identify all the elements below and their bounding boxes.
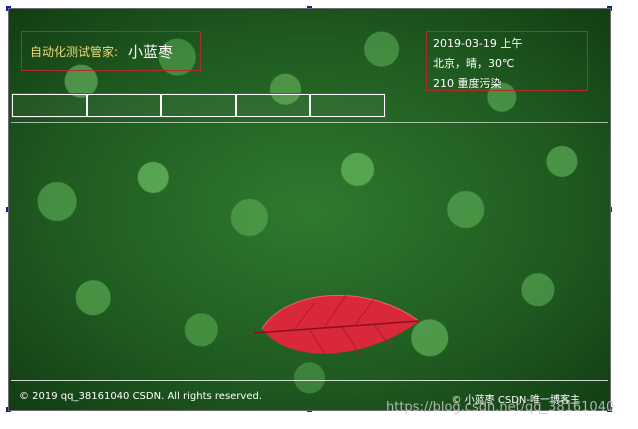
datetime-text: 2019-03-19 上午 bbox=[433, 37, 523, 50]
title-name: 小蓝枣 bbox=[128, 42, 174, 61]
info-frame[interactable]: 2019-03-19 上午 北京，晴，30℃ 210 重度污染 bbox=[426, 31, 588, 91]
title-frame[interactable]: 自动化测试管家: 小蓝枣 bbox=[21, 31, 201, 71]
csdn-watermark: https://blog.csdn.net/qq_38161040 bbox=[386, 400, 615, 415]
header-divider bbox=[11, 122, 608, 123]
footer-copyright: © 2019 qq_38161040 CSDN. All rights rese… bbox=[19, 391, 263, 402]
red-leaf-icon bbox=[254, 294, 420, 356]
footer-divider bbox=[11, 380, 608, 381]
weather-text: 北京，晴，30℃ bbox=[433, 57, 515, 70]
nav-button-5[interactable] bbox=[310, 94, 385, 117]
nav-button-4[interactable] bbox=[235, 94, 311, 117]
nav-button-1[interactable] bbox=[12, 94, 87, 117]
nav-button-2[interactable] bbox=[86, 94, 162, 117]
nav-button-row bbox=[11, 93, 386, 118]
nav-button-3[interactable] bbox=[161, 94, 236, 117]
design-canvas[interactable]: 自动化测试管家: 小蓝枣 2019-03-19 上午 北京，晴，30℃ 210 … bbox=[8, 8, 611, 411]
air-quality-text: 210 重度污染 bbox=[433, 77, 502, 90]
title-label: 自动化测试管家: bbox=[30, 44, 119, 59]
